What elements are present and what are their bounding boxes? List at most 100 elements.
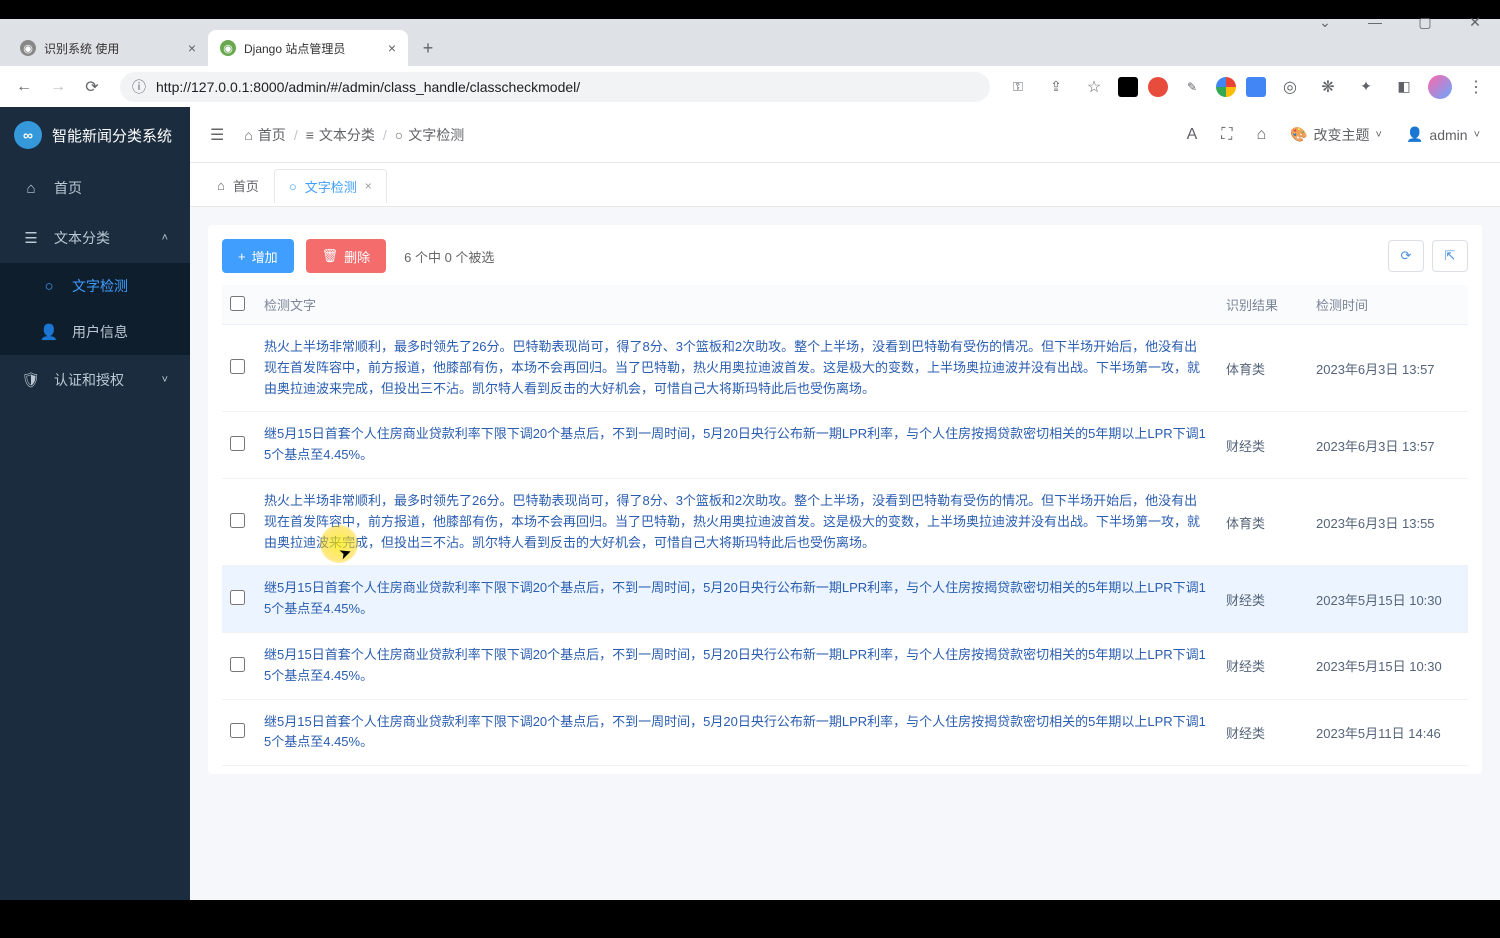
user-icon: 👤 (1406, 126, 1423, 143)
row-text-link[interactable]: 继5月15日首套个人住房商业贷款利率下限下调20个基点后，不到一周时间，5月20… (264, 426, 1206, 462)
logo-icon: ∞ (14, 121, 42, 149)
sidebar-item-label: 文字检测 (72, 276, 128, 296)
row-result: 体育类 (1218, 325, 1308, 412)
row-text-link[interactable]: 热火上半场非常顺利，最多时领先了26分。巴特勒表现尚可，得了8分、3个篮板和2次… (264, 339, 1200, 396)
user-icon: 👤 (40, 323, 58, 341)
sidebar-item-text-detection[interactable]: ○ 文字检测 (0, 263, 190, 309)
table-row: 热火上半场非常顺利，最多时领先了26分。巴特勒表现尚可，得了8分、3个篮板和2次… (222, 325, 1468, 412)
row-text-link[interactable]: 继5月15日首套个人住房商业贷款利率下限下调20个基点后，不到一周时间，5月20… (264, 714, 1206, 750)
extension-icon[interactable]: ❋ (1314, 73, 1342, 101)
close-window-icon[interactable]: ✕ (1458, 8, 1492, 36)
browser-tab[interactable]: ◉ 识别系统 使用 × (8, 30, 208, 66)
column-header-select (222, 285, 256, 325)
theme-dropdown[interactable]: 🎨 改变主题 ˅ (1290, 125, 1382, 145)
breadcrumb-detection[interactable]: ○ 文字检测 (395, 125, 464, 145)
refresh-button[interactable]: ⟳ (1388, 240, 1424, 272)
add-button[interactable]: + 增加 (222, 239, 294, 273)
sidebar-item-classification[interactable]: ☰ 文本分类 ˄ (0, 213, 190, 263)
row-checkbox[interactable] (230, 590, 245, 605)
share-icon[interactable]: ⇪ (1042, 73, 1070, 101)
sidepanel-icon[interactable]: ◧ (1390, 73, 1418, 101)
row-result: 财经类 (1218, 632, 1308, 699)
close-icon[interactable]: × (188, 40, 196, 56)
sidebar-item-label: 首页 (54, 178, 82, 198)
fullscreen-icon[interactable]: ⛶ (1221, 126, 1232, 144)
extension-icon[interactable] (1118, 77, 1138, 97)
extension-icon[interactable]: ◎ (1276, 73, 1304, 101)
extensions-puzzle-icon[interactable]: ✦ (1352, 73, 1380, 101)
palette-icon: 🎨 (1290, 126, 1307, 143)
sidebar-toggle-icon[interactable]: ☰ (210, 125, 224, 145)
breadcrumb: ⌂ 首页 / ≡ 文本分类 / ○ 文字检测 (244, 125, 1186, 145)
profile-avatar[interactable] (1428, 75, 1452, 99)
list-icon: ≡ (306, 127, 314, 143)
page-tabs: ⌂ 首页 ○ 文字检测 × (190, 163, 1500, 207)
row-checkbox[interactable] (230, 657, 245, 672)
column-header-text[interactable]: 检测文字 (256, 285, 1218, 325)
table-row: 继5月15日首套个人住房商业贷款利率下限下调20个基点后，不到一周时间，5月20… (222, 699, 1468, 766)
row-checkbox[interactable] (230, 723, 245, 738)
export-button[interactable]: ⇱ (1432, 240, 1468, 272)
extension-icon[interactable]: ✎ (1178, 73, 1206, 101)
new-tab-button[interactable]: + (414, 34, 442, 62)
row-checkbox[interactable] (230, 359, 245, 374)
app-logo[interactable]: ∞ 智能新闻分类系统 (0, 107, 190, 163)
external-link-icon: ⇱ (1445, 248, 1456, 264)
breadcrumb-label: 文本分类 (319, 125, 375, 145)
trash-icon: 🗑 (322, 248, 339, 264)
window-controls: ⌄ — ▢ ✕ (1308, 8, 1492, 36)
row-text-link[interactable]: 继5月15日首套个人住房商业贷款利率下限下调20个基点后，不到一周时间，5月20… (264, 647, 1206, 683)
forward-icon[interactable]: → (44, 73, 72, 101)
close-icon[interactable]: × (388, 40, 396, 56)
back-icon[interactable]: ← (10, 73, 38, 101)
column-header-time[interactable]: 检测时间 (1308, 285, 1468, 325)
browser-tab[interactable]: ◉ Django 站点管理员 × (208, 30, 408, 66)
row-time: 2023年6月3日 13:57 (1308, 325, 1468, 412)
site-info-icon[interactable]: ⓘ (132, 77, 146, 97)
user-dropdown[interactable]: 👤 admin ˅ (1406, 126, 1480, 143)
row-checkbox[interactable] (230, 513, 245, 528)
row-text-link[interactable]: 继5月15日首套个人住房商业贷款利率下限下调20个基点后，不到一周时间，5月20… (264, 580, 1206, 616)
extension-icon[interactable] (1246, 77, 1266, 97)
sidebar-item-user-info[interactable]: 👤 用户信息 (0, 309, 190, 355)
tab-title: 识别系统 使用 (44, 40, 180, 57)
breadcrumb-home[interactable]: ⌂ 首页 (244, 125, 285, 145)
table-row: 热火上半场非常顺利，最多时领先了26分。巴特勒表现尚可，得了8分、3个篮板和2次… (222, 478, 1468, 565)
extension-icon[interactable] (1216, 77, 1236, 97)
page-tab-home[interactable]: ⌂ 首页 (202, 168, 274, 202)
sidebar-item-auth[interactable]: 🛡 认证和授权 ˅ (0, 355, 190, 405)
tab-title: Django 站点管理员 (244, 40, 380, 57)
sidebar-item-label: 用户信息 (72, 322, 128, 342)
extension-icons: ⚿ ⇪ ☆ ✎ ◎ ❋ ✦ ◧ ⋮ (1004, 73, 1490, 101)
extension-icon[interactable] (1148, 77, 1168, 97)
globe-icon: ◉ (220, 40, 236, 56)
row-result: 财经类 (1218, 699, 1308, 766)
breadcrumb-classification[interactable]: ≡ 文本分类 (306, 125, 375, 145)
key-icon[interactable]: ⚿ (1004, 73, 1032, 101)
user-name: admin (1429, 127, 1467, 143)
row-checkbox[interactable] (230, 436, 245, 451)
sidebar-item-label: 认证和授权 (54, 370, 124, 390)
minimize-icon[interactable]: — (1358, 8, 1392, 36)
circle-icon: ○ (289, 179, 297, 194)
star-icon[interactable]: ☆ (1080, 73, 1108, 101)
reload-icon[interactable]: ⟳ (78, 73, 106, 101)
select-all-checkbox[interactable] (230, 296, 245, 311)
close-icon[interactable]: × (365, 179, 372, 193)
page-tab-detection[interactable]: ○ 文字检测 × (274, 169, 387, 203)
font-size-button[interactable]: A (1187, 126, 1198, 144)
home-button[interactable]: ⌂ (1256, 126, 1266, 144)
url-bar[interactable]: ⓘ http://127.0.0.1:8000/admin/#/admin/cl… (120, 72, 990, 102)
plus-icon: + (238, 249, 246, 264)
row-text-link[interactable]: 热火上半场非常顺利，最多时领先了26分。巴特勒表现尚可，得了8分、3个篮板和2次… (264, 493, 1200, 550)
sidebar-item-home[interactable]: ⌂ 首页 (0, 163, 190, 213)
table-row: 继5月15日首套个人住房商业贷款利率下限下调20个基点后，不到一周时间，5月20… (222, 566, 1468, 633)
add-label: 增加 (252, 247, 278, 266)
delete-button[interactable]: 🗑 删除 (306, 239, 387, 273)
column-header-result[interactable]: 识别结果 (1218, 285, 1308, 325)
chevron-down-icon[interactable]: ⌄ (1308, 8, 1342, 36)
sidebar-item-label: 文本分类 (54, 228, 110, 248)
data-table: 检测文字 识别结果 检测时间 热火上半场非常顺利，最多时领先了26分。巴特勒表现… (222, 285, 1468, 766)
maximize-icon[interactable]: ▢ (1408, 8, 1442, 36)
menu-icon[interactable]: ⋮ (1462, 73, 1490, 101)
